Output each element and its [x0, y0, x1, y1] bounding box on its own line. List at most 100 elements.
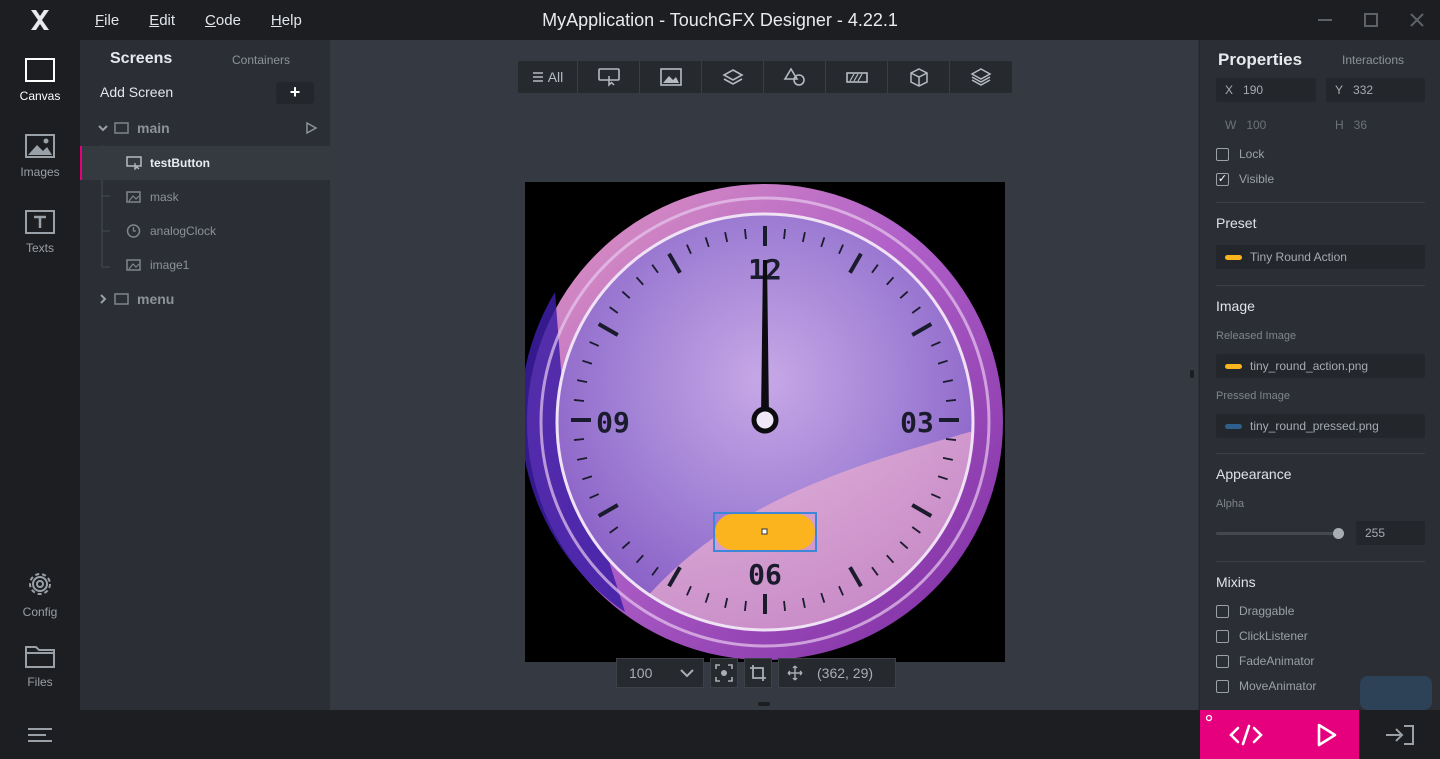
touchgfx-logo-icon[interactable] — [0, 0, 80, 40]
toolbar-containers[interactable] — [702, 61, 764, 93]
clock-hub — [751, 406, 779, 434]
chevron-down-icon — [680, 669, 694, 678]
folder-icon — [25, 646, 55, 668]
h-field[interactable]: H 36 — [1326, 113, 1425, 137]
analog-clock[interactable]: 12 03 06 09 — [525, 182, 1005, 662]
pressed-image-select[interactable]: tiny_round_pressed.png — [1216, 414, 1425, 438]
nav-files[interactable]: Files — [0, 630, 80, 702]
tab-containers[interactable]: Containers — [232, 53, 290, 67]
alpha-value: 255 — [1365, 526, 1386, 540]
divider — [1216, 453, 1425, 454]
menu-edit[interactable]: Edit — [149, 12, 175, 29]
fit-screen-button[interactable] — [710, 658, 738, 688]
released-swatch — [1225, 363, 1242, 369]
minimize-icon[interactable] — [1302, 0, 1348, 40]
toolbar-images[interactable] — [640, 61, 702, 93]
x-field[interactable]: X 190 — [1216, 78, 1316, 102]
add-screen-button[interactable]: + — [276, 82, 314, 104]
toolbar-buttons[interactable] — [578, 61, 640, 93]
resize-handle[interactable] — [758, 702, 770, 706]
gear-icon — [29, 573, 51, 595]
chevron-down-icon[interactable] — [96, 121, 110, 135]
add-screen-label: Add Screen — [100, 84, 174, 100]
alpha-slider-handle[interactable] — [1333, 528, 1344, 539]
tree-item-image1[interactable]: image1 — [80, 248, 330, 282]
checkbox-box — [1216, 679, 1229, 693]
pressed-swatch — [1225, 423, 1242, 429]
preset-header: Preset — [1216, 215, 1257, 231]
h-value: 36 — [1353, 118, 1368, 132]
checkbox-box — [1216, 604, 1229, 618]
clock-tick — [783, 600, 786, 612]
nav-images[interactable]: Images — [0, 120, 80, 192]
crop-button[interactable] — [744, 658, 772, 688]
tree-screen-menu-label: menu — [137, 291, 175, 307]
menu-code[interactable]: Code — [205, 12, 241, 29]
properties-title[interactable]: Properties — [1218, 50, 1302, 70]
divider — [1216, 285, 1425, 286]
nav-canvas[interactable]: Canvas — [0, 44, 80, 116]
menu-file[interactable]: File — [95, 12, 119, 29]
selection-handle[interactable] — [761, 528, 768, 535]
toolbar-shapes[interactable] — [764, 61, 826, 93]
toolbar-3d[interactable] — [888, 61, 950, 93]
zoom-value: 100 — [629, 665, 653, 681]
mixin-label: MoveAnimator — [1239, 679, 1317, 693]
close-icon[interactable] — [1394, 0, 1440, 40]
mixin-draggable[interactable]: Draggable — [1216, 604, 1294, 618]
generate-code-button[interactable] — [1216, 710, 1276, 759]
zoom-select[interactable]: 100 — [616, 658, 704, 688]
clock-tick — [783, 228, 786, 240]
tab-screens[interactable]: Screens — [110, 50, 172, 68]
nav-config[interactable]: Config — [0, 558, 80, 630]
visible-checkbox[interactable]: ✓ Visible — [1216, 172, 1274, 186]
lock-checkbox[interactable]: Lock — [1216, 147, 1264, 161]
zoom-bar: 100 (362, 29) — [616, 658, 896, 688]
divider — [1216, 202, 1425, 203]
canvas-icon — [25, 58, 55, 82]
toolbar-all-button[interactable]: All — [518, 61, 578, 93]
image-widget-icon — [126, 259, 141, 271]
image-icon — [25, 134, 55, 158]
mixin-fadeanimator[interactable]: FadeAnimator — [1216, 654, 1314, 668]
menu-help[interactable]: Help — [271, 12, 302, 29]
w-field[interactable]: W 100 — [1216, 113, 1316, 137]
check-icon: ✓ — [1216, 172, 1229, 186]
alpha-input[interactable]: 255 — [1356, 521, 1425, 545]
hamburger-menu-icon[interactable] — [0, 710, 80, 759]
toolbar-all-label: All — [547, 69, 564, 85]
pressed-image-value: tiny_round_pressed.png — [1250, 419, 1379, 433]
tree-item-testbutton[interactable]: testButton — [80, 146, 330, 180]
nav-texts[interactable]: Texts — [0, 196, 80, 268]
mixin-clicklistener[interactable]: ClickListener — [1216, 629, 1308, 643]
toolbar-progress[interactable] — [826, 61, 888, 93]
screens-panel: Screens Containers Add Screen + main tes… — [80, 40, 330, 710]
preset-swatch — [1225, 254, 1242, 260]
interactions-tab[interactable]: Interactions — [1342, 53, 1404, 67]
tree-screen-main-label: main — [137, 120, 170, 136]
clock-tick — [945, 438, 957, 441]
maximize-icon[interactable] — [1348, 0, 1394, 40]
panel-resize-handle[interactable] — [1190, 370, 1194, 378]
chat-bubble-icon[interactable] — [1360, 676, 1432, 710]
screen-preview[interactable]: 12 03 06 09 — [525, 182, 1005, 662]
released-image-select[interactable]: tiny_round_action.png — [1216, 354, 1425, 378]
exit-icon[interactable] — [1380, 720, 1420, 750]
mixin-label: ClickListener — [1239, 629, 1308, 643]
released-image-value: tiny_round_action.png — [1250, 359, 1369, 373]
preset-select[interactable]: Tiny Round Action — [1216, 245, 1425, 269]
tree-screen-menu[interactable]: menu — [80, 282, 330, 316]
tree-screen-main[interactable]: main — [80, 111, 330, 145]
y-field[interactable]: Y 332 — [1326, 78, 1425, 102]
layers-icon — [721, 69, 744, 85]
alpha-slider-track[interactable] — [1216, 532, 1341, 535]
run-simulator-button[interactable] — [1296, 710, 1356, 759]
mixin-moveanimator[interactable]: MoveAnimator — [1216, 679, 1316, 693]
visible-label: Visible — [1239, 172, 1275, 186]
play-icon[interactable] — [304, 121, 318, 135]
chevron-right-icon[interactable] — [96, 292, 110, 306]
properties-panel: Properties Interactions X 190 Y 332 W 100 H… — [1199, 40, 1440, 710]
tree-item-analogclock[interactable]: analogClock — [80, 214, 330, 248]
tree-item-mask[interactable]: mask — [80, 180, 330, 214]
toolbar-misc[interactable] — [950, 61, 1012, 93]
